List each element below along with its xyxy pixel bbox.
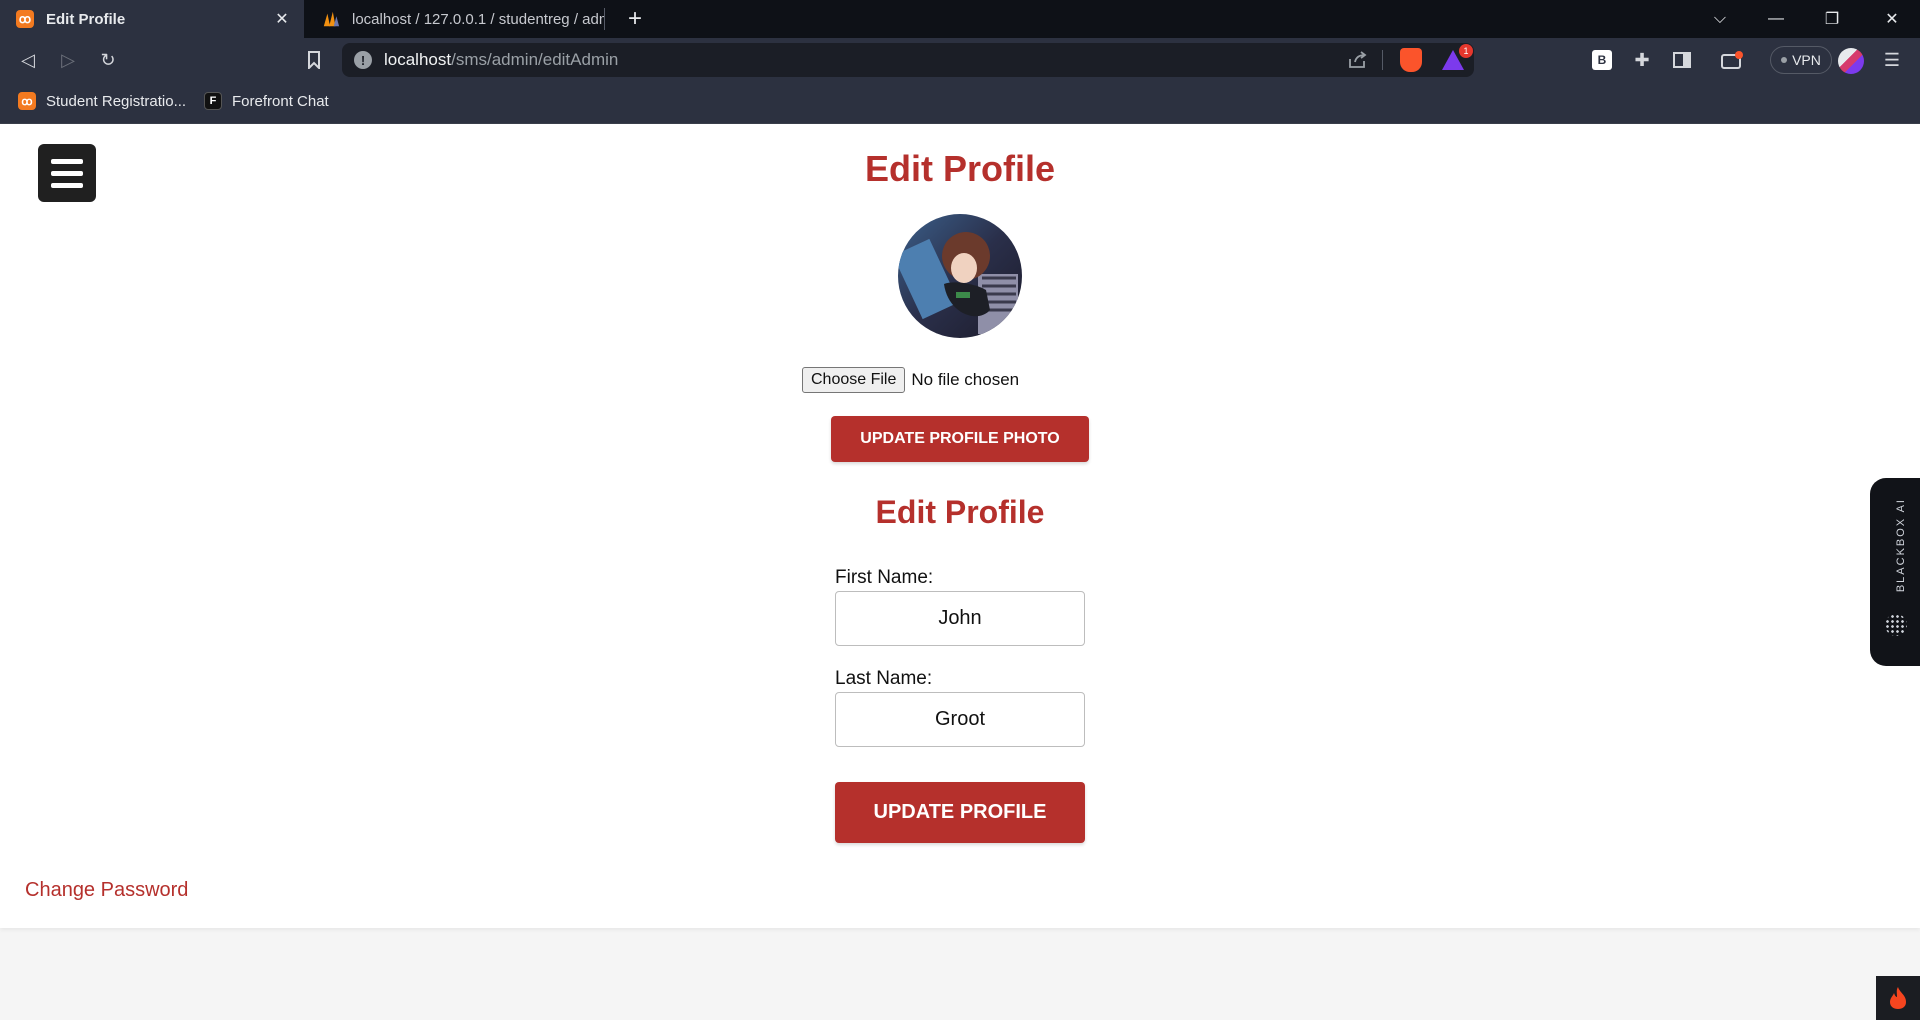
bookmarks-bar: ꝏ Student Registratio... F Forefront Cha… bbox=[0, 82, 1920, 124]
forward-icon[interactable]: ▷ bbox=[52, 44, 84, 76]
flame-icon[interactable] bbox=[1876, 976, 1920, 1020]
first-name-label: First Name: bbox=[835, 567, 934, 588]
extension-b-icon[interactable]: B bbox=[1586, 44, 1618, 76]
bookmark-student-registration[interactable]: ꝏ Student Registratio... bbox=[18, 92, 186, 110]
address-bar[interactable]: ! localhost /sms/admin/editAdmin 1 bbox=[342, 43, 1474, 77]
url-host: localhost bbox=[384, 50, 452, 69]
site-info-icon[interactable]: ! bbox=[354, 51, 372, 69]
sidebar-toggle-icon[interactable] bbox=[1666, 44, 1698, 76]
tab-phpmyadmin[interactable]: localhost / 127.0.0.1 / studentreg / adm bbox=[306, 0, 604, 38]
url-path: /sms/admin/editAdmin bbox=[451, 50, 619, 69]
xampp-icon: ꝏ bbox=[16, 10, 34, 28]
bookmark-forefront-chat[interactable]: F Forefront Chat bbox=[204, 92, 329, 110]
tab-search-icon[interactable]: ⌵ bbox=[1692, 0, 1748, 38]
minimize-icon[interactable]: — bbox=[1748, 0, 1804, 38]
page-title: Edit Profile bbox=[864, 148, 1056, 189]
bookmark-icon[interactable] bbox=[298, 44, 330, 76]
url-separator bbox=[1382, 50, 1383, 70]
vpn-status-dot bbox=[1781, 57, 1788, 63]
back-icon[interactable]: ◁ bbox=[12, 44, 44, 76]
xampp-icon: ꝏ bbox=[18, 92, 36, 110]
tab-edit-profile[interactable]: ꝏ Edit Profile ✕ bbox=[0, 0, 304, 38]
reload-icon[interactable]: ↻ bbox=[92, 44, 124, 76]
tab-separator bbox=[604, 8, 605, 30]
profile-avatar-icon[interactable] bbox=[1838, 48, 1864, 74]
rewards-badge: 1 bbox=[1459, 44, 1473, 58]
restore-icon[interactable]: ❐ bbox=[1804, 0, 1860, 38]
profile-photo bbox=[898, 214, 1022, 338]
blackbox-label: BLACKBOX AI bbox=[1895, 498, 1907, 593]
phpmyadmin-icon bbox=[322, 10, 340, 28]
browser-toolbar: ◁ ▷ ↻ ! localhost /sms/admin/editAdmin 1… bbox=[0, 38, 1920, 82]
close-window-icon[interactable]: ✕ bbox=[1864, 0, 1920, 38]
brave-rewards-icon[interactable]: 1 bbox=[1442, 43, 1473, 77]
tab-title: localhost / 127.0.0.1 / studentreg / adm bbox=[352, 10, 604, 28]
first-name-input[interactable]: John bbox=[835, 591, 1085, 646]
extensions-puzzle-icon[interactable]: ✚ bbox=[1626, 44, 1658, 76]
update-profile-photo-button[interactable]: UPDATE PROFILE PHOTO bbox=[831, 416, 1089, 462]
forefront-icon: F bbox=[204, 92, 222, 110]
share-icon[interactable] bbox=[1348, 43, 1368, 77]
last-name-label: Last Name: bbox=[835, 668, 933, 689]
file-status: No file chosen bbox=[911, 370, 1020, 389]
choose-file-button[interactable]: Choose File bbox=[802, 367, 906, 393]
blackbox-ai-widget[interactable]: BLACKBOX AI bbox=[1870, 478, 1920, 666]
menu-icon[interactable]: ☰ bbox=[1876, 44, 1908, 76]
wallet-icon[interactable] bbox=[1716, 44, 1748, 76]
brave-shields-icon[interactable] bbox=[1400, 43, 1422, 77]
file-input[interactable]: Choose File No file chosen bbox=[802, 367, 1019, 393]
update-profile-button[interactable]: UPDATE PROFILE bbox=[835, 782, 1085, 843]
new-tab-icon[interactable]: + bbox=[620, 4, 650, 34]
vpn-button[interactable]: VPN bbox=[1770, 46, 1832, 74]
form-title: Edit Profile bbox=[875, 494, 1045, 530]
page-content: Edit Profile Choose File No file chosen … bbox=[0, 124, 1920, 928]
blackbox-logo-icon bbox=[1885, 614, 1907, 636]
tab-strip: ꝏ Edit Profile ✕ localhost / 127.0.0.1 /… bbox=[0, 0, 1920, 38]
close-tab-icon[interactable]: ✕ bbox=[272, 9, 292, 29]
tab-title: Edit Profile bbox=[46, 10, 126, 28]
change-password-link[interactable]: Change Password bbox=[25, 879, 188, 902]
last-name-input[interactable]: Groot bbox=[835, 692, 1085, 747]
